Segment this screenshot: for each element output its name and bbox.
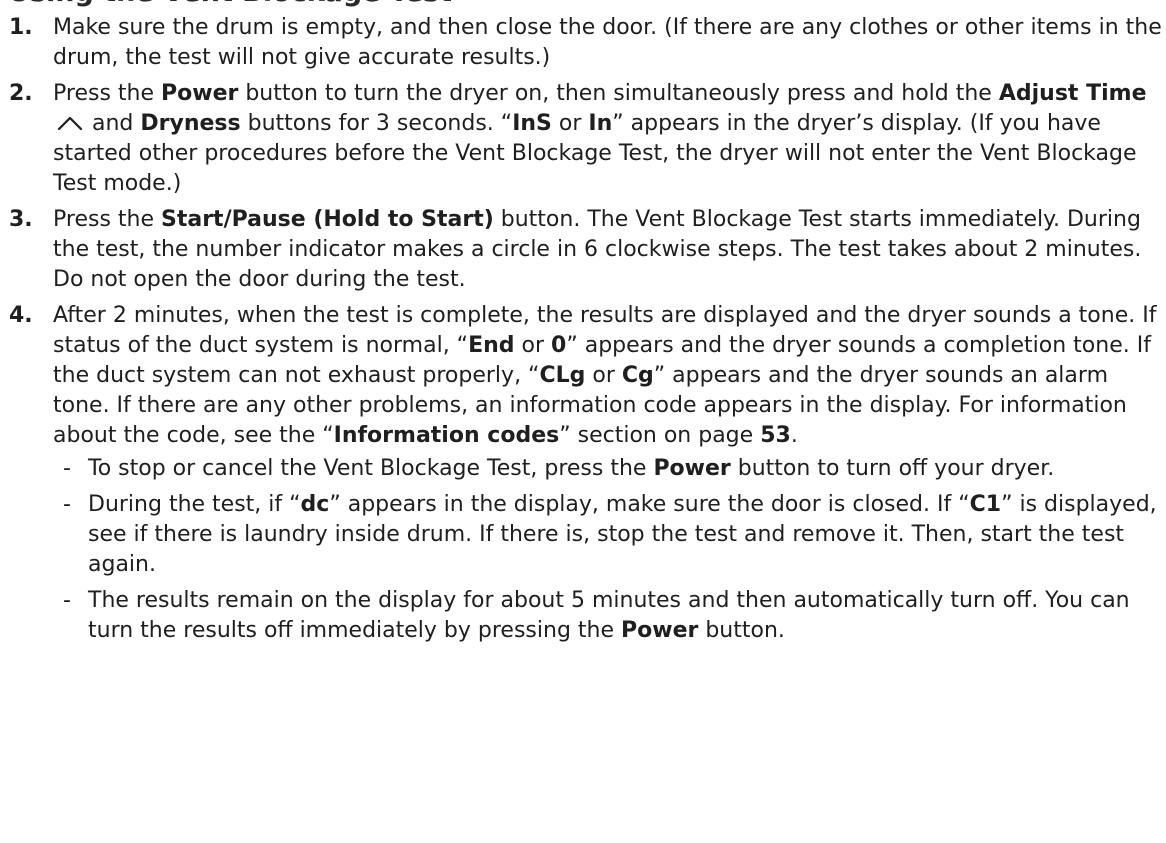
text-run: Make sure the drum is empty, and then cl…	[53, 15, 1162, 70]
text-run: and	[85, 111, 141, 136]
display-code-end: End	[468, 333, 515, 358]
dryness-button-ref: Dryness	[140, 111, 241, 136]
text-run: button to turn off your dryer.	[730, 456, 1055, 481]
step-text: Press the Start/Pause (Hold to Start) bu…	[53, 205, 1166, 295]
step-4: 4. After 2 minutes, when the test is com…	[0, 301, 1166, 646]
display-code-dc: dc	[300, 492, 330, 517]
adjust-time-button-ref: Adjust Time	[998, 81, 1147, 106]
step-number: 1.	[9, 15, 33, 40]
dash-marker: -	[63, 588, 71, 613]
text-run: or	[585, 363, 622, 388]
text-run: or	[551, 111, 589, 136]
display-code-clg: CLg	[539, 363, 586, 388]
dash-marker: -	[63, 492, 71, 517]
step-number: 2.	[9, 81, 33, 106]
note-item: - The results remain on the display for …	[53, 586, 1166, 646]
page-ref: 53	[760, 423, 791, 448]
text-run: Press the	[53, 81, 161, 106]
start-pause-button-ref: Start/Pause (Hold to Start)	[161, 207, 494, 232]
power-button-ref: Power	[161, 81, 239, 106]
step-text: After 2 minutes, when the test is comple…	[53, 301, 1166, 646]
text-run: button to turn the dryer on, then simult…	[238, 81, 999, 106]
power-button-ref: Power	[653, 456, 731, 481]
display-code-0: 0	[551, 333, 567, 358]
information-codes-ref: Information codes	[333, 423, 560, 448]
section-heading: Using the Vent Blockage Test	[8, 0, 452, 8]
display-code-in: In	[588, 111, 613, 136]
step-3: 3. Press the Start/Pause (Hold to Start)…	[0, 205, 1166, 295]
text-run: During the test, if “	[88, 492, 301, 517]
dash-marker: -	[63, 456, 71, 481]
step-number: 4.	[9, 303, 33, 328]
step-number: 3.	[9, 207, 33, 232]
display-code-cg: Cg	[621, 363, 654, 388]
note-item: - During the test, if “dc” appears in th…	[53, 490, 1166, 580]
text-run: ” appears in the display, make sure the …	[329, 492, 970, 517]
display-code-ins: InS	[512, 111, 552, 136]
text-run: ” section on page	[559, 423, 761, 448]
step-text: Make sure the drum is empty, and then cl…	[53, 13, 1166, 73]
display-code-c1: C1	[969, 492, 1002, 517]
note-list: - To stop or cancel the Vent Blockage Te…	[53, 454, 1166, 646]
text-run: To stop or cancel the Vent Blockage Test…	[88, 456, 654, 481]
step-text: Press the Power button to turn the dryer…	[53, 79, 1166, 199]
chevron-up-icon	[57, 116, 83, 131]
text-run: or	[514, 333, 552, 358]
text-run: .	[790, 423, 798, 448]
instruction-steps: 1. Make sure the drum is empty, and then…	[0, 13, 1166, 652]
step-1: 1. Make sure the drum is empty, and then…	[0, 13, 1166, 73]
step-2: 2. Press the Power button to turn the dr…	[0, 79, 1166, 199]
text-run: buttons for 3 seconds. “	[240, 111, 513, 136]
note-item: - To stop or cancel the Vent Blockage Te…	[53, 454, 1166, 484]
text-run: Press the	[53, 207, 161, 232]
power-button-ref: Power	[621, 618, 699, 643]
text-run: The results remain on the display for ab…	[88, 588, 1130, 643]
text-run: button.	[698, 618, 785, 643]
